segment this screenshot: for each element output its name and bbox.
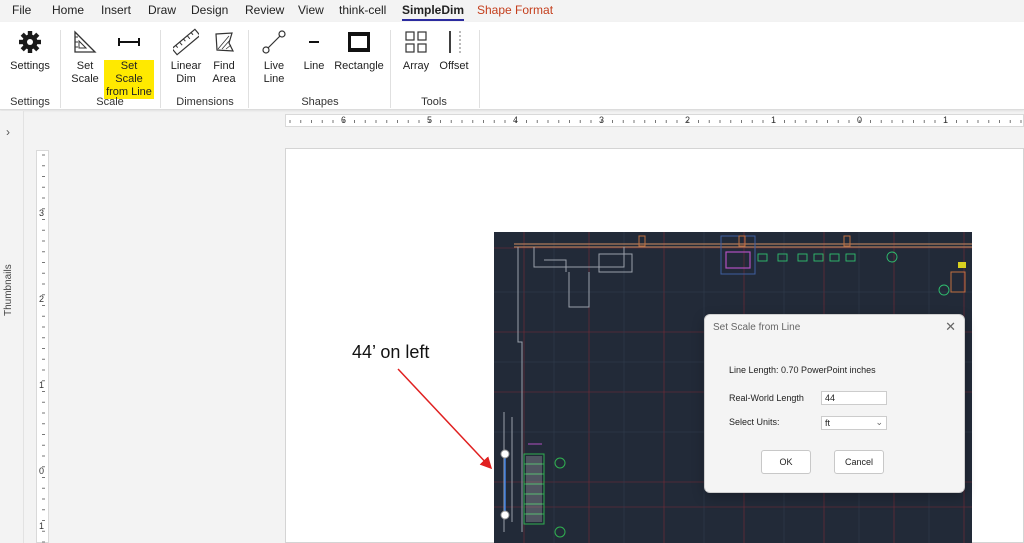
array-button[interactable]: Array [400, 28, 432, 73]
live-line-icon [262, 30, 286, 54]
tab-file[interactable]: File [12, 3, 31, 17]
ruler-number: 2 [39, 294, 45, 304]
line-icon [309, 41, 319, 43]
offset-button[interactable]: Offset [438, 28, 470, 73]
chevron-down-icon: ⌄ [875, 417, 883, 427]
find-area-label: Find Area [212, 60, 236, 85]
group-label-shapes: Shapes [301, 96, 339, 108]
real-world-length-input[interactable]: 44 [821, 391, 887, 405]
callout-arrow[interactable] [390, 365, 500, 475]
ruler-number: 0 [39, 466, 45, 476]
horizontal-ruler: 6 5 4 3 2 1 0 1 [285, 114, 1024, 127]
settings-button[interactable]: Settings [10, 28, 50, 73]
ruler-number: 3 [39, 208, 45, 218]
ruler-number: 1 [39, 521, 45, 531]
ribbon-tab-bar: File Home Insert Draw Design Review View… [0, 0, 1024, 22]
offset-lines-icon [449, 31, 461, 53]
group-separator [248, 30, 249, 108]
ruler-number: 6 [341, 115, 347, 125]
set-scale-from-line-button[interactable]: Set Scale from Line [104, 28, 154, 99]
ribbon: Settings Settings Set Scale Set Scale fr… [0, 22, 1024, 110]
rectangle-icon [348, 32, 370, 52]
ruler-number: 2 [685, 115, 691, 125]
tab-draw[interactable]: Draw [148, 3, 176, 17]
set-scale-button[interactable]: Set Scale [68, 28, 102, 86]
dialog-title: Set Scale from Line [713, 322, 801, 333]
thumbnails-label[interactable]: Thumbnails [3, 264, 14, 316]
tab-shape-format[interactable]: Shape Format [477, 3, 553, 17]
find-area-button[interactable]: Find Area [208, 28, 240, 86]
set-square-ruler-icon [74, 30, 97, 53]
set-scale-dialog: Set Scale from Line ✕ Line Length: 0.70 … [704, 314, 965, 493]
ruler-number: 3 [599, 115, 605, 125]
measure-line-icon [118, 38, 140, 46]
ruler-icon [173, 28, 199, 56]
close-icon[interactable]: ✕ [945, 319, 956, 335]
live-line-label: Live Line [263, 60, 285, 85]
units-select-value: ft [825, 418, 831, 428]
line-button[interactable]: Line [298, 28, 330, 73]
settings-label: Settings [10, 60, 50, 72]
chevron-right-icon[interactable]: › [6, 125, 10, 139]
ruler-number: 0 [857, 115, 863, 125]
area-polygon-icon [215, 32, 235, 52]
callout-text[interactable]: 44’ on left [352, 342, 429, 363]
rectangle-button[interactable]: Rectangle [334, 28, 384, 73]
group-label-dimensions: Dimensions [176, 96, 234, 108]
array-label: Array [402, 60, 430, 72]
set-scale-label: Set Scale [71, 60, 99, 85]
group-separator [160, 30, 161, 108]
linear-dim-label: Linear Dim [170, 60, 202, 85]
group-separator [390, 30, 391, 108]
tab-insert[interactable]: Insert [101, 3, 131, 17]
tab-home[interactable]: Home [52, 3, 84, 17]
rectangle-label: Rectangle [334, 60, 384, 72]
grid-array-icon [405, 31, 427, 53]
group-label-scale: Scale [96, 96, 124, 108]
tab-design[interactable]: Design [191, 3, 228, 17]
ruler-number: 1 [943, 115, 949, 125]
offset-label: Offset [439, 60, 469, 72]
cancel-button[interactable]: Cancel [834, 450, 884, 474]
ok-button[interactable]: OK [761, 450, 811, 474]
group-label-settings: Settings [10, 96, 50, 108]
units-select[interactable]: ft ⌄ [821, 416, 887, 430]
dialog-body: Line Length: 0.70 PowerPoint inches Real… [706, 341, 963, 491]
set-scale-from-line-label: Set Scale from Line [104, 60, 154, 99]
live-line-button[interactable]: Live Line [258, 28, 290, 86]
group-separator [60, 30, 61, 108]
ruler-number: 1 [771, 115, 777, 125]
tab-view[interactable]: View [298, 3, 324, 17]
gear-icon [19, 31, 41, 53]
tab-review[interactable]: Review [245, 3, 284, 17]
ruler-number: 5 [427, 115, 433, 125]
thumbnails-pane: › Thumbnails [0, 111, 24, 543]
ruler-number: 4 [513, 115, 519, 125]
tab-think-cell[interactable]: think-cell [339, 3, 386, 17]
tab-simpledim[interactable]: SimpleDim [402, 3, 465, 21]
group-label-tools: Tools [421, 96, 447, 108]
real-world-length-label: Real-World Length [729, 393, 804, 403]
select-units-label: Select Units: [729, 417, 780, 427]
line-length-text: Line Length: 0.70 PowerPoint inches [729, 365, 876, 375]
linear-dim-button[interactable]: Linear Dim [168, 28, 204, 86]
group-separator [479, 30, 480, 108]
line-label: Line [303, 60, 325, 72]
ruler-number: 1 [39, 380, 45, 390]
ruler-ticks [289, 120, 1022, 123]
vertical-ruler: 3 2 1 0 1 [36, 150, 49, 543]
